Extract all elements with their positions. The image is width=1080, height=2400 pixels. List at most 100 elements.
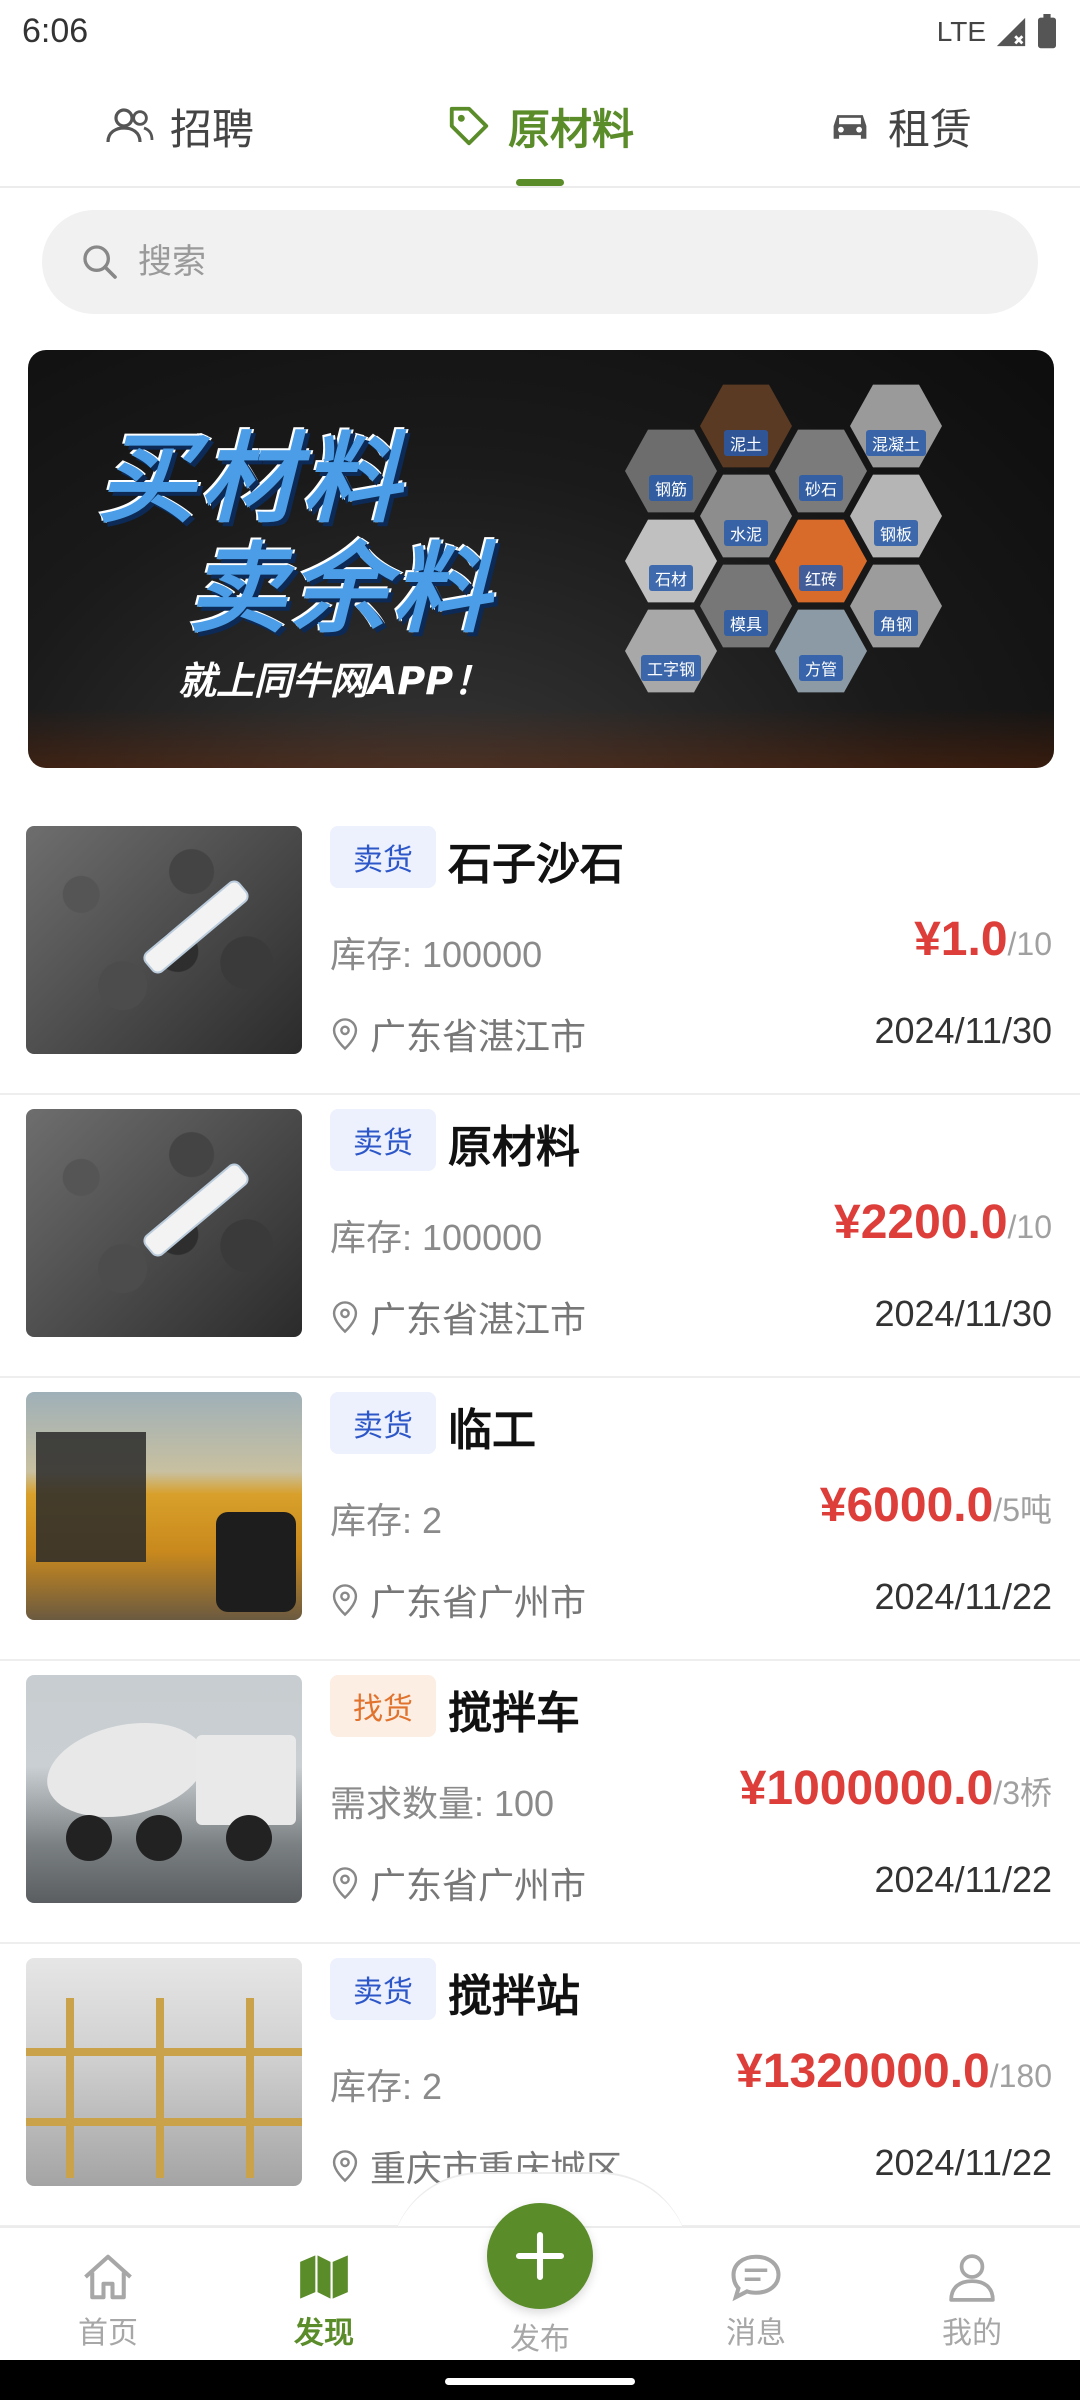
sell-tag: 卖货 [330,1958,436,2020]
location: 广东省广州市 [330,1574,586,1626]
tab-rental[interactable]: 租赁 [720,80,1080,172]
location-pin-icon [332,1018,358,1051]
price-unit: /3桥 [993,1775,1052,1811]
plus-icon [515,2231,565,2281]
listing-image [26,826,302,1054]
location-pin-icon [332,1867,358,1900]
material-listings: 卖货 石子沙石 库存: 100000 ¥1.0 /10 广东省湛江市 2024/… [0,812,1080,2227]
listing-date: 2024/11/30 [874,1010,1052,1051]
hex-tile: 工字钢 [625,609,717,693]
material-hex-collage: 泥土 混凝土 钢筋 砂石 水泥 钢板 石材 红砖 模具 角钢 工字钢 方管 [588,380,1028,750]
chat-icon [731,2254,781,2302]
hex-tile: 石材 [625,519,717,603]
search-bar[interactable] [42,210,1038,314]
list-item[interactable]: 卖货 临工 库存: 2 ¥6000.0 /5吨 广东省广州市 2024/11/2… [0,1378,1080,1661]
car-icon [833,115,867,139]
user-icon [949,2254,995,2302]
sell-tag: 卖货 [330,1392,436,1454]
hex-tile: 红砖 [775,519,867,603]
location-text: 广东省湛江市 [370,1300,587,1341]
nav-label: 发现 [294,2316,354,2351]
listing-title: 搅拌车 [448,1688,580,1739]
status-icons: LTE [937,14,1058,50]
nav-discover[interactable]: 发现 [216,2228,432,2360]
price: ¥6000.0 /5吨 [820,1478,1052,1533]
price: ¥1320000.0 /180 [736,2044,1052,2099]
hex-tile: 水泥 [700,474,792,558]
listing-image [26,1109,302,1337]
price-value: ¥1320000.0 [736,2045,990,2098]
listing-date: 2024/11/22 [874,1576,1052,1617]
listing-title: 石子沙石 [448,839,624,890]
hex-tile: 泥土 [700,384,792,468]
list-item[interactable]: 找货 搅拌车 需求数量: 100 ¥1000000.0 /3桥 广东省广州市 2… [0,1661,1080,1944]
listing-date: 2024/11/30 [874,1293,1052,1334]
listing-title: 搅拌站 [448,1971,580,2022]
people-icon [106,108,154,143]
hex-tile: 钢筋 [625,429,717,513]
listing-date: 2024/11/22 [874,2142,1052,2183]
status-time: 6:06 [22,12,89,50]
price-value: ¥1.0 [914,913,1008,966]
price-unit: /5吨 [993,1492,1052,1528]
price-unit: /10 [1007,926,1052,962]
tab-label: 租赁 [887,104,972,154]
publish-label: 发布 [510,2322,570,2357]
buy-tag: 找货 [330,1675,436,1737]
location-text: 广东省广州市 [370,1866,587,1907]
stock-quantity: 库存: 100000 [330,934,543,975]
price-unit: /10 [1007,1209,1052,1245]
listing-image [26,1958,302,2186]
network-type: LTE [936,16,986,47]
stock-quantity: 库存: 2 [330,2066,443,2107]
status-bar: 6:06 LTE [0,0,1080,64]
stock-quantity: 库存: 2 [330,1500,443,1541]
nav-messages[interactable]: 消息 [648,2228,864,2360]
hex-tile: 模具 [700,564,792,648]
promo-banner[interactable]: 买材料 卖余料 就上同牛网APP！ 泥土 混凝土 钢筋 砂石 水泥 钢板 石材 … [28,350,1054,768]
list-item[interactable]: 卖货 原材料 库存: 100000 ¥2200.0 /10 广东省湛江市 202… [0,1095,1080,1378]
price-value: ¥1000000.0 [739,1762,994,1815]
active-tab-indicator [516,179,564,186]
stock-quantity: 库存: 100000 [330,1217,543,1258]
price-value: ¥6000.0 [819,1479,994,1532]
location-pin-icon [332,1301,358,1334]
price-value: ¥2200.0 [834,1196,1008,1249]
map-icon [300,2255,348,2299]
hex-tile: 方管 [775,609,867,693]
tab-recruitment[interactable]: 招聘 [0,80,360,172]
search-input[interactable] [138,242,938,282]
battery-icon [1038,14,1056,49]
nav-label: 我的 [942,2316,1002,2351]
top-tab-bar: 招聘 原材料 租赁 [0,80,1080,188]
signal-icon [996,17,1026,47]
nav-label: 消息 [726,2316,786,2351]
hex-tile: 混凝土 [850,384,942,468]
hex-tile: 砂石 [775,429,867,513]
price: ¥1000000.0 /3桥 [740,1761,1052,1816]
tab-label: 招聘 [169,104,254,154]
nav-home[interactable]: 首页 [0,2228,216,2360]
publish-button[interactable] [487,2203,593,2309]
tab-label: 原材料 [507,104,634,154]
demand-quantity: 需求数量: 100 [330,1783,555,1824]
tag-icon [449,106,489,146]
list-item[interactable]: 卖货 石子沙石 库存: 100000 ¥1.0 /10 广东省湛江市 2024/… [0,812,1080,1095]
hex-tile: 角钢 [850,564,942,648]
listing-title: 原材料 [448,1122,580,1173]
tab-raw-materials[interactable]: 原材料 [360,80,720,186]
nav-profile[interactable]: 我的 [864,2228,1080,2360]
sell-tag: 卖货 [330,1109,436,1171]
home-gesture-bar[interactable] [445,2378,635,2385]
location: 广东省湛江市 [330,1008,586,1060]
location: 广东省广州市 [330,1857,586,1909]
nav-label: 首页 [78,2316,138,2351]
price: ¥1.0 /10 [914,912,1052,967]
location-pin-icon [332,1584,358,1617]
listing-image [26,1675,302,1903]
banner-headline-2: 卖余料 [188,533,495,647]
search-icon [83,245,117,279]
home-icon [84,2254,132,2300]
hex-tile: 钢板 [850,474,942,558]
banner-subtitle: 就上同牛网APP！ [178,659,492,703]
